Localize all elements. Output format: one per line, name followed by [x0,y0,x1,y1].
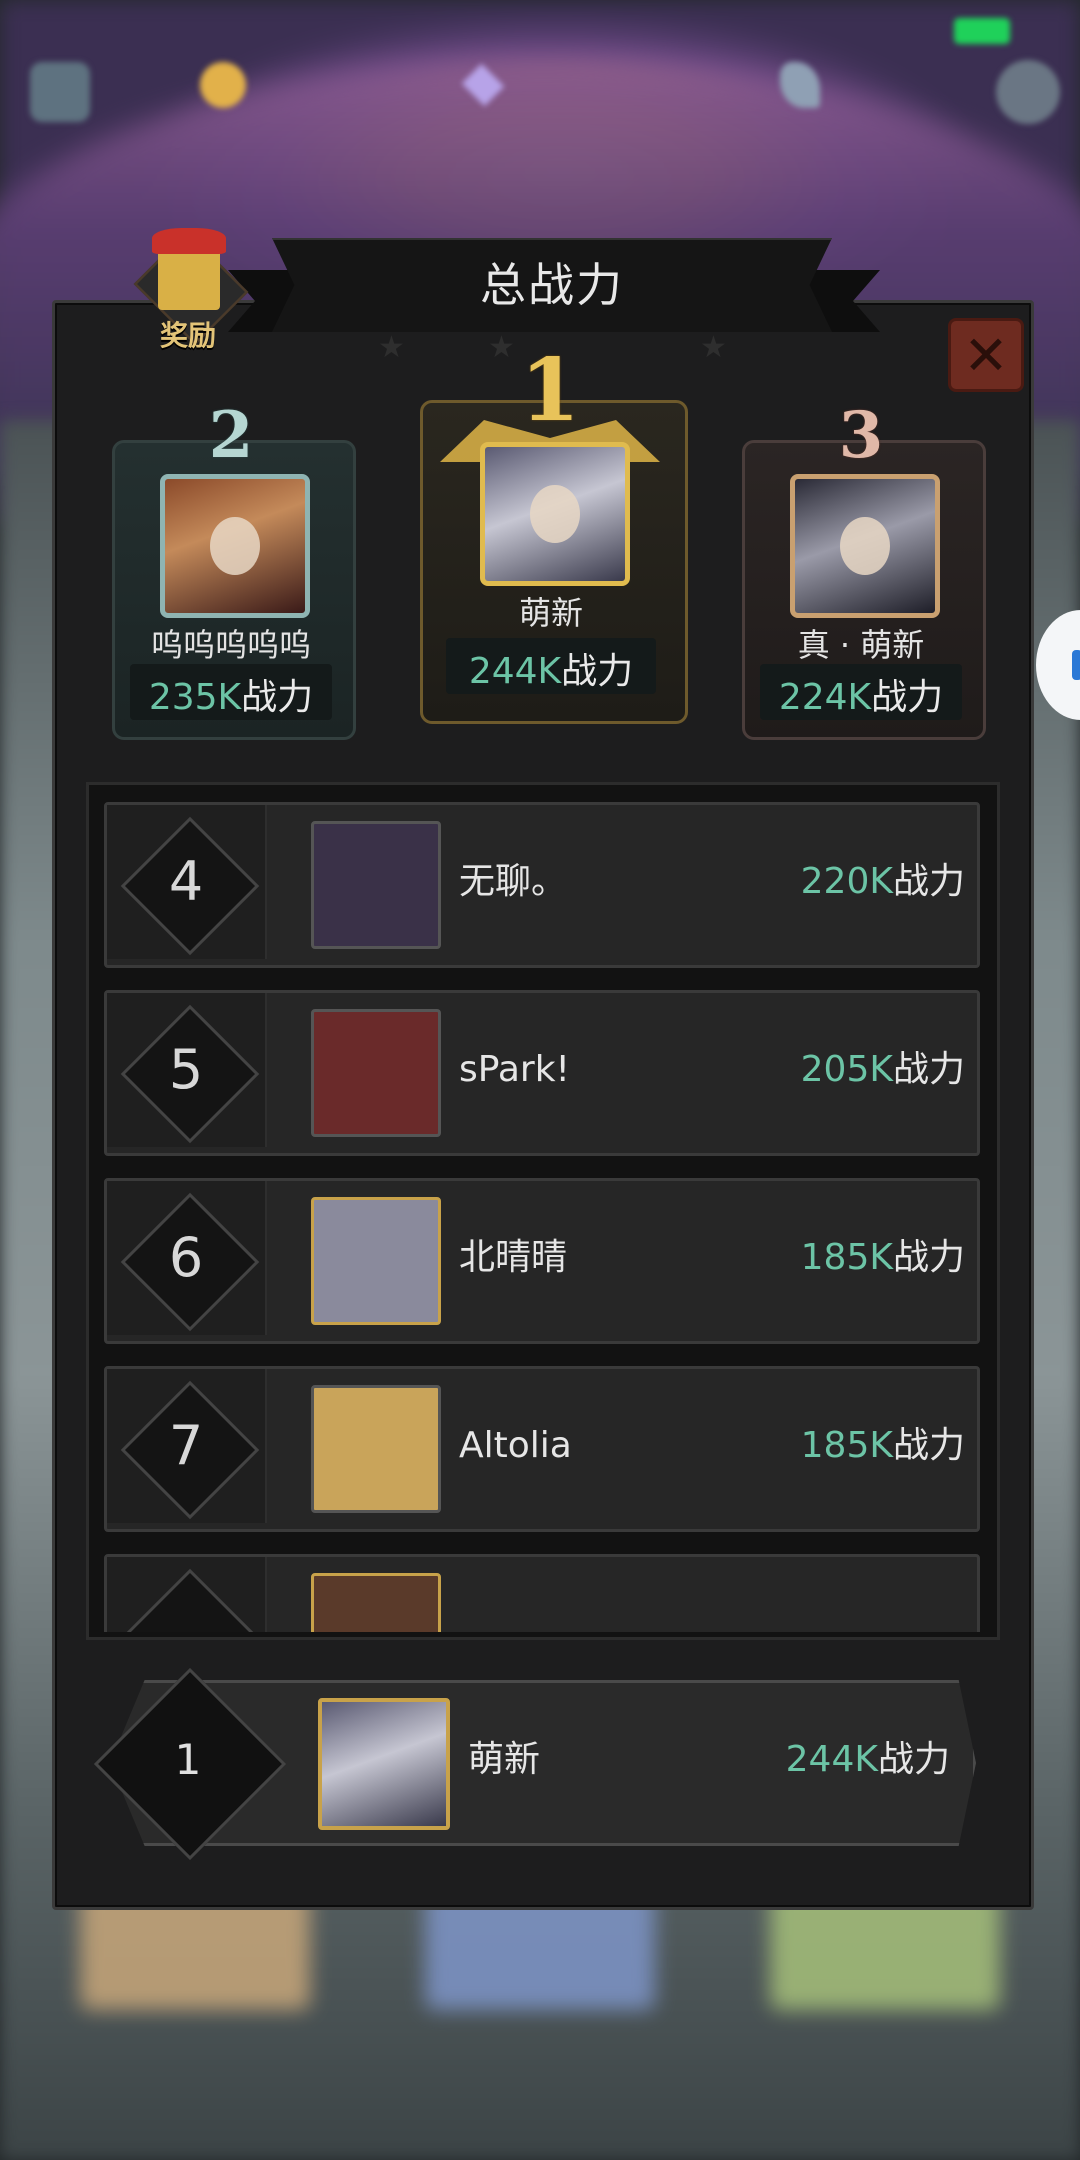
player-name: 无聊。 [459,861,568,902]
player-power: 185K战力 [801,1369,965,1523]
player-name: sPark! [459,1049,570,1090]
player-power: 205K战力 [801,993,965,1147]
avatar[interactable] [790,474,940,618]
reward-label: 奖励 [159,319,216,352]
gift-bow-icon [152,228,226,254]
player-power: 220K战力 [801,805,965,959]
avatar-face [839,516,891,576]
battery-icon [954,18,1010,44]
power-value: 244K [785,1739,878,1780]
avatar[interactable] [318,1698,450,1830]
list-item[interactable]: 6 北晴晴 185K战力 [104,1178,980,1344]
podium-player-name: 呜呜呜呜呜 [150,626,311,664]
rank-number: 7 [168,1414,204,1477]
power-value: 224K [778,677,872,718]
avatar[interactable] [311,1385,441,1513]
quill-icon [780,62,820,108]
rank-number: 4 [168,850,204,913]
podium-rank-badge: 3 [838,398,884,473]
power-value: 205K [800,1049,893,1090]
podium-player-name: 真 · 萌新 [797,626,925,664]
player-name: Altolia [459,1425,572,1466]
list-item[interactable] [104,1554,980,1632]
power-value: 220K [800,861,893,902]
power-unit: 战力 [892,1425,965,1466]
gem-counter[interactable] [460,60,516,110]
rank-number: 5 [168,1038,204,1101]
avatar[interactable] [160,474,310,618]
power-unit: 战力 [871,677,944,718]
power-value: 244K [468,651,562,692]
power-unit: 战力 [877,1739,950,1780]
settings-icon[interactable] [996,60,1060,124]
power-value: 185K [800,1425,893,1466]
power-unit: 战力 [892,1237,965,1278]
podium-player-name: 萌新 [518,594,583,632]
player-power: 185K战力 [801,1181,965,1335]
close-button[interactable]: ✕ [948,318,1024,392]
back-icon[interactable] [30,62,90,122]
list-item[interactable]: 4 无聊。 220K战力 [104,802,980,968]
power-unit: 战力 [892,861,965,902]
assistant-icon [1072,650,1080,680]
avatar[interactable] [311,1573,441,1632]
coin-icon [200,62,246,108]
star-decoration: ★ [378,330,405,365]
avatar[interactable] [311,1009,441,1137]
power-value: 235K [148,677,242,718]
reward-button[interactable]: 奖励 [118,222,258,352]
list-item[interactable]: 7 Altolia 185K战力 [104,1366,980,1532]
star-decoration: ★ [700,330,727,365]
quill-counter[interactable] [780,60,830,110]
power-unit: 战力 [561,651,634,692]
podium-power: 235K战力 [112,668,350,720]
gem-icon [461,63,505,107]
close-icon: ✕ [963,323,1009,387]
list-clip [86,1550,994,1632]
podium-power: 244K战力 [420,642,682,694]
rank-number: 6 [168,1226,204,1289]
avatar[interactable] [311,1197,441,1325]
power-value: 185K [800,1237,893,1278]
power-unit: 战力 [892,1049,965,1090]
player-name: 北晴晴 [459,1237,568,1278]
gold-counter[interactable] [200,60,256,110]
podium-rank-badge: 1 [520,340,580,441]
list-item[interactable]: 5 sPark! 205K战力 [104,990,980,1156]
avatar-face [529,484,581,544]
avatar[interactable] [311,821,441,949]
podium-power: 224K战力 [742,668,980,720]
power-unit: 战力 [241,677,314,718]
podium-rank-badge: 2 [208,398,254,473]
avatar-face [209,516,261,576]
my-player-name: 萌新 [468,1739,541,1780]
avatar[interactable] [480,442,630,586]
page-title: 总战力 [480,258,624,312]
my-rank-number: 1 [174,1735,202,1784]
my-power: 244K战力 [700,1680,950,1840]
top-hud [0,0,1080,130]
